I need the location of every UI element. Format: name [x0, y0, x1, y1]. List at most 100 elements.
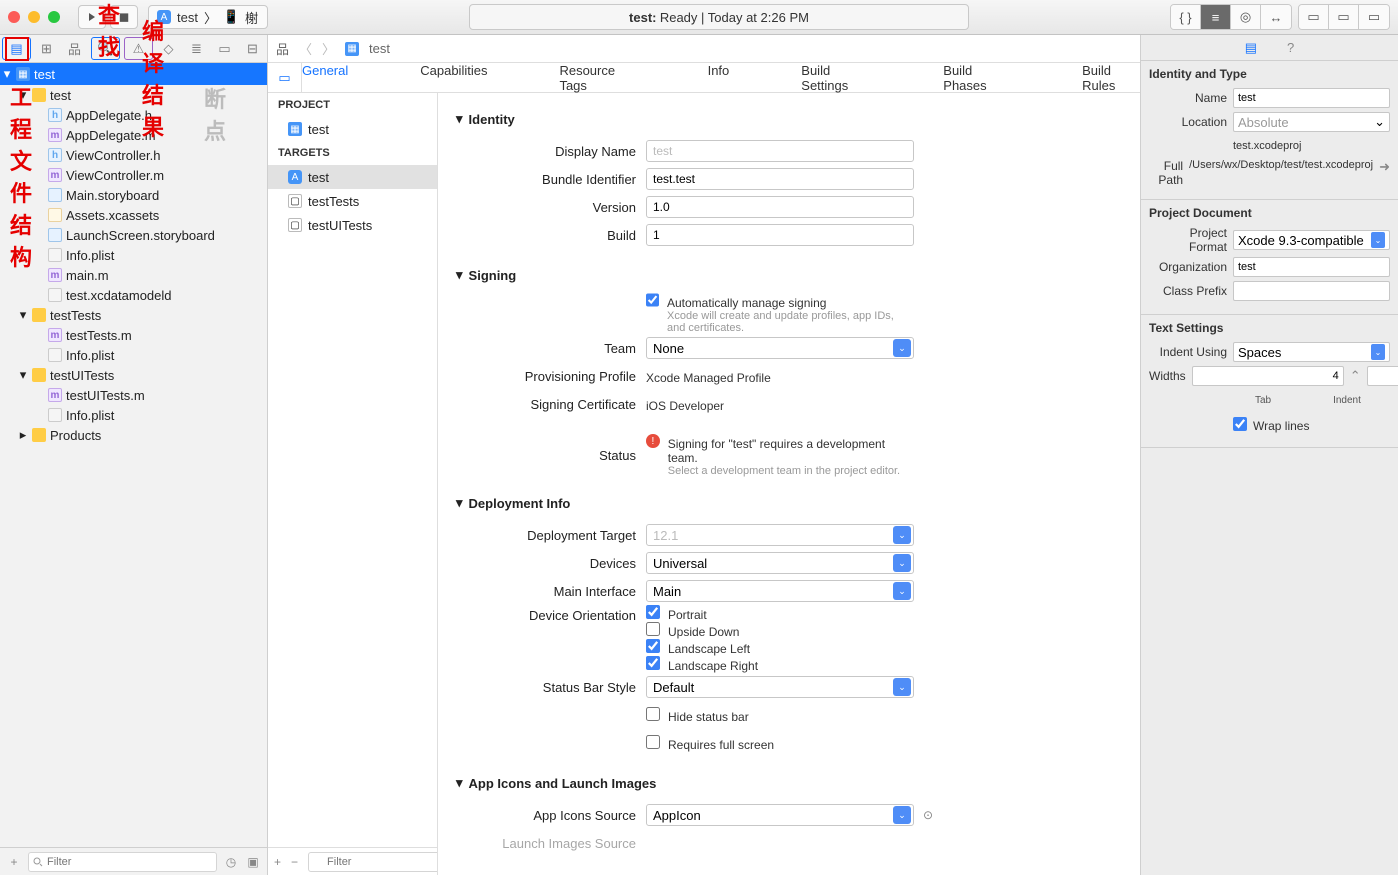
toggle-navigator[interactable]: ▭	[1299, 5, 1329, 29]
team-select[interactable]: None⌄	[646, 337, 914, 359]
file-row[interactable]: Info.plist	[0, 345, 267, 365]
hide-status-bar-checkbox[interactable]	[646, 707, 660, 721]
nav-find-icon[interactable]: 🔍	[91, 37, 120, 60]
file-row[interactable]: hViewController.h	[0, 145, 267, 165]
file-row[interactable]: test.xcdatamodeld	[0, 285, 267, 305]
reveal-in-finder-icon[interactable]: ➜	[1379, 159, 1390, 175]
class-prefix-field[interactable]	[1233, 281, 1390, 301]
portrait-checkbox[interactable]	[646, 605, 660, 619]
file-inspector-tab-icon[interactable]: ▤	[1245, 40, 1257, 56]
file-row[interactable]: testUITests	[0, 365, 267, 385]
file-row[interactable]: mtestTests.m	[0, 325, 267, 345]
identity-section-header[interactable]: ▾ Identity	[456, 111, 1122, 127]
navigator-filter-input[interactable]	[28, 852, 217, 872]
devices-select[interactable]: Universal⌄	[646, 552, 914, 574]
config-tab-build-rules[interactable]: Build Rules	[1082, 63, 1140, 93]
insp-name-field[interactable]	[1233, 88, 1390, 108]
auto-signing-checkbox[interactable]	[646, 293, 659, 307]
wrap-lines-checkbox[interactable]	[1233, 417, 1247, 431]
toggle-debug[interactable]: ▭	[1329, 5, 1359, 29]
file-row[interactable]: test	[0, 85, 267, 105]
file-row[interactable]: mViewController.m	[0, 165, 267, 185]
config-tab-build-phases[interactable]: Build Phases	[943, 63, 1010, 93]
settings-pane: ▾ Identity Display Name Bundle Identifie…	[438, 93, 1140, 875]
display-name-field[interactable]	[646, 140, 914, 162]
zoom-window[interactable]	[48, 11, 60, 23]
config-tab-general[interactable]: General	[302, 63, 348, 93]
forward-button[interactable]: 〉	[322, 39, 335, 58]
nav-debug-icon[interactable]: ≣	[183, 35, 211, 62]
file-row[interactable]: Assets.xcassets	[0, 205, 267, 225]
app-icon-action-button[interactable]: ⊙	[920, 808, 936, 822]
scheme-selector[interactable]: A test 〉 📱 榭	[148, 5, 268, 29]
indent-using-select[interactable]: Spaces⌄	[1233, 342, 1390, 362]
add-file-button[interactable]: +	[6, 855, 22, 869]
insp-location-select[interactable]: Absolute⌄	[1233, 112, 1390, 132]
status-bar-style-select[interactable]: Default⌄	[646, 676, 914, 698]
related-items-icon[interactable]: 品	[276, 39, 289, 58]
target-item[interactable]: ▢testTests	[268, 189, 437, 213]
config-tab-resource-tags[interactable]: Resource Tags	[559, 63, 635, 93]
nav-test-icon[interactable]: ◇	[155, 35, 183, 62]
nav-report-icon[interactable]: ⊟	[239, 35, 267, 62]
file-row[interactable]: mmain.m	[0, 265, 267, 285]
file-row[interactable]: testTests	[0, 305, 267, 325]
file-row[interactable]: Info.plist	[0, 245, 267, 265]
jump-bar[interactable]: 品 〈 〉 ▦ test	[268, 35, 1140, 63]
upside-down-checkbox[interactable]	[646, 622, 660, 636]
landscape-left-checkbox[interactable]	[646, 639, 660, 653]
minimize-window[interactable]	[28, 11, 40, 23]
deployment-section-header[interactable]: ▾ Deployment Info	[456, 495, 1122, 511]
version-editor-button[interactable]: ↔	[1261, 5, 1291, 29]
add-target-button[interactable]: +	[274, 855, 281, 869]
tab-width-field[interactable]	[1192, 366, 1344, 386]
version-field[interactable]	[646, 196, 914, 218]
target-list-toggle[interactable]: ▭	[268, 63, 302, 93]
organization-field[interactable]	[1233, 257, 1390, 277]
landscape-right-checkbox[interactable]	[646, 656, 660, 670]
target-filter-input[interactable]	[308, 852, 438, 872]
project-root-row[interactable]: ▦ test	[0, 63, 267, 85]
config-tab-capabilities[interactable]: Capabilities	[420, 63, 487, 93]
file-row[interactable]: Main.storyboard	[0, 185, 267, 205]
quick-help-tab-icon[interactable]: ?	[1287, 40, 1294, 55]
requires-full-screen-checkbox[interactable]	[646, 735, 660, 749]
nav-issue-icon[interactable]: ⚠	[124, 37, 153, 60]
app-icons-section-header[interactable]: ▾ App Icons and Launch Images	[456, 775, 1122, 791]
config-tab-info[interactable]: Info	[708, 63, 730, 93]
project-item[interactable]: ▦test	[268, 117, 437, 141]
deployment-target-select[interactable]: 12.1⌄	[646, 524, 914, 546]
file-row[interactable]: Info.plist	[0, 405, 267, 425]
nav-symbol-icon[interactable]: 品	[61, 35, 89, 62]
file-row[interactable]: Products	[0, 425, 267, 445]
stop-button[interactable]: ◼	[110, 5, 138, 29]
toggle-inspector[interactable]: ▭	[1359, 5, 1389, 29]
close-window[interactable]	[8, 11, 20, 23]
app-icon-source-select[interactable]: AppIcon⌄	[646, 804, 914, 826]
nav-project-icon[interactable]: ▤	[2, 37, 31, 60]
build-field[interactable]	[646, 224, 914, 246]
file-row[interactable]: hAppDelegate.h	[0, 105, 267, 125]
signing-section-header[interactable]: ▾ Signing	[456, 267, 1122, 283]
standard-editor-button[interactable]: ≡	[1201, 5, 1231, 29]
file-row[interactable]: mAppDelegate.m	[0, 125, 267, 145]
back-button[interactable]: 〈	[299, 39, 312, 58]
target-item[interactable]: Atest	[268, 165, 437, 189]
scm-filter-icon[interactable]: ▣	[245, 855, 261, 869]
target-item[interactable]: ▢testUITests	[268, 213, 437, 237]
project-format-select[interactable]: Xcode 9.3-compatible⌄	[1233, 230, 1390, 250]
file-row[interactable]: mtestUITests.m	[0, 385, 267, 405]
config-tab-build-settings[interactable]: Build Settings	[801, 63, 871, 93]
nav-breakpoint-icon[interactable]: ▭	[211, 35, 239, 62]
scheme-name: test	[177, 10, 198, 25]
main-interface-select[interactable]: Main⌄	[646, 580, 914, 602]
remove-target-button[interactable]: −	[291, 855, 298, 869]
bundle-id-field[interactable]	[646, 168, 914, 190]
run-button[interactable]	[78, 5, 106, 29]
nav-source-control-icon[interactable]: ⊞	[33, 35, 61, 62]
code-snippets-button[interactable]: { }	[1171, 5, 1201, 29]
file-row[interactable]: LaunchScreen.storyboard	[0, 225, 267, 245]
recent-filter-icon[interactable]: ◷	[223, 855, 239, 869]
indent-width-field[interactable]	[1367, 366, 1398, 386]
assistant-editor-button[interactable]: ◎	[1231, 5, 1261, 29]
